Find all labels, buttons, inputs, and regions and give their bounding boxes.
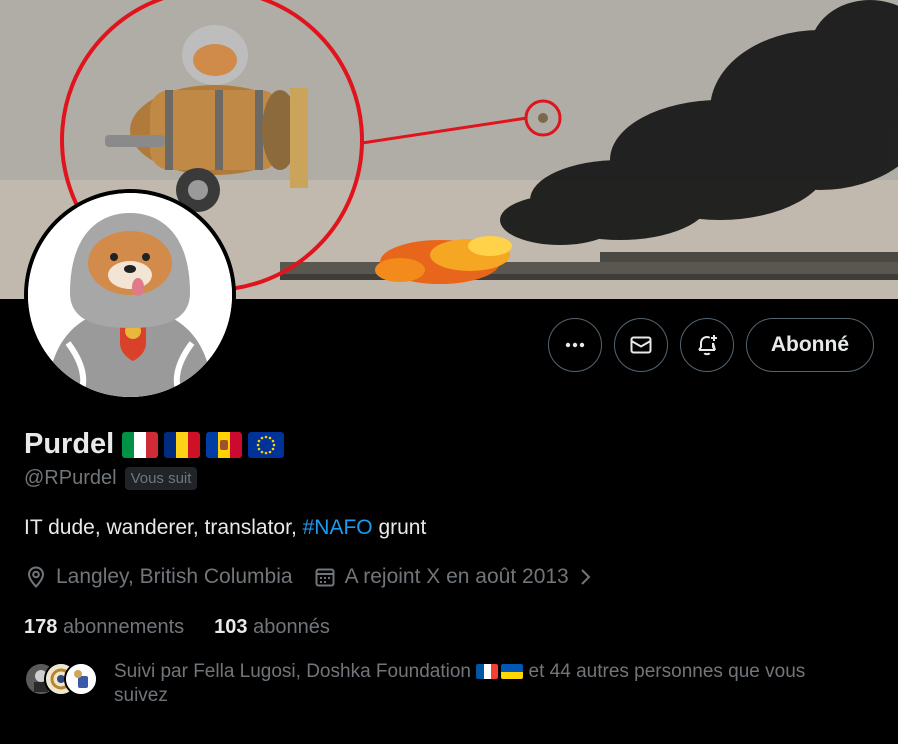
france-flag: [476, 664, 499, 680]
followed-by-prefix: Suivi par Fella Lugosi, Doshka Foundatio…: [114, 661, 471, 682]
profile-bio: IT dude, wanderer, translator, #NAFO gru…: [24, 516, 426, 540]
followed-by-row[interactable]: Suivi par Fella Lugosi, Doshka Foundatio…: [24, 660, 854, 708]
notify-button[interactable]: [679, 318, 734, 372]
display-name: Purdel: [24, 428, 115, 460]
mail-icon: [630, 336, 652, 354]
avatar-image: [28, 193, 232, 397]
profile-actions: Abonné: [547, 318, 874, 372]
following-stat[interactable]: 178 abonnements: [24, 616, 184, 639]
location-pin-icon: [27, 566, 45, 588]
bio-hashtag-link[interactable]: #NAFO: [303, 516, 373, 539]
joined-item[interactable]: A rejoint X en août 2013: [313, 565, 593, 589]
following-label: abonnements: [62, 616, 185, 638]
message-button[interactable]: [613, 318, 668, 372]
joined-text: A rejoint X en août 2013: [344, 565, 569, 588]
more-button[interactable]: [547, 318, 602, 372]
location-text: Langley, British Columbia: [56, 565, 293, 588]
follows-you-badge: Vous suit: [124, 467, 198, 490]
followed-by-text: Suivi par Fella Lugosi, Doshka Foundatio…: [114, 660, 854, 708]
profile-meta: Langley, British Columbia A rejoint X en…: [24, 565, 613, 589]
location-item: Langley, British Columbia: [24, 565, 293, 589]
italy-flag: [122, 431, 159, 458]
follow-stats: 178 abonnements 103 abonnés: [24, 616, 330, 639]
more-icon: [565, 342, 585, 348]
romania-flag: [164, 431, 201, 458]
mutual-avatar: [64, 662, 98, 696]
chevron-right-icon: [581, 569, 591, 585]
handle-row: @RPurdel Vous suit: [24, 467, 198, 490]
eu-flag: [248, 431, 285, 458]
bio-text-suffix: grunt: [372, 516, 427, 539]
calendar-icon: [315, 568, 335, 587]
followers-stat[interactable]: 103 abonnés: [214, 616, 330, 639]
bell-plus-icon: [698, 335, 717, 356]
profile-avatar[interactable]: [24, 189, 236, 401]
following-button[interactable]: Abonné: [745, 318, 874, 372]
name-row: Purdel: [24, 428, 285, 461]
mutual-avatars: [24, 660, 104, 696]
followers-label: abonnés: [253, 616, 330, 638]
followers-count: 103: [214, 616, 248, 638]
ukraine-flag: [501, 664, 524, 680]
following-count: 178: [24, 616, 58, 638]
user-handle: @RPurdel: [24, 467, 117, 489]
bio-text-prefix: IT dude, wanderer, translator,: [24, 516, 303, 539]
moldova-flag: [206, 431, 243, 458]
